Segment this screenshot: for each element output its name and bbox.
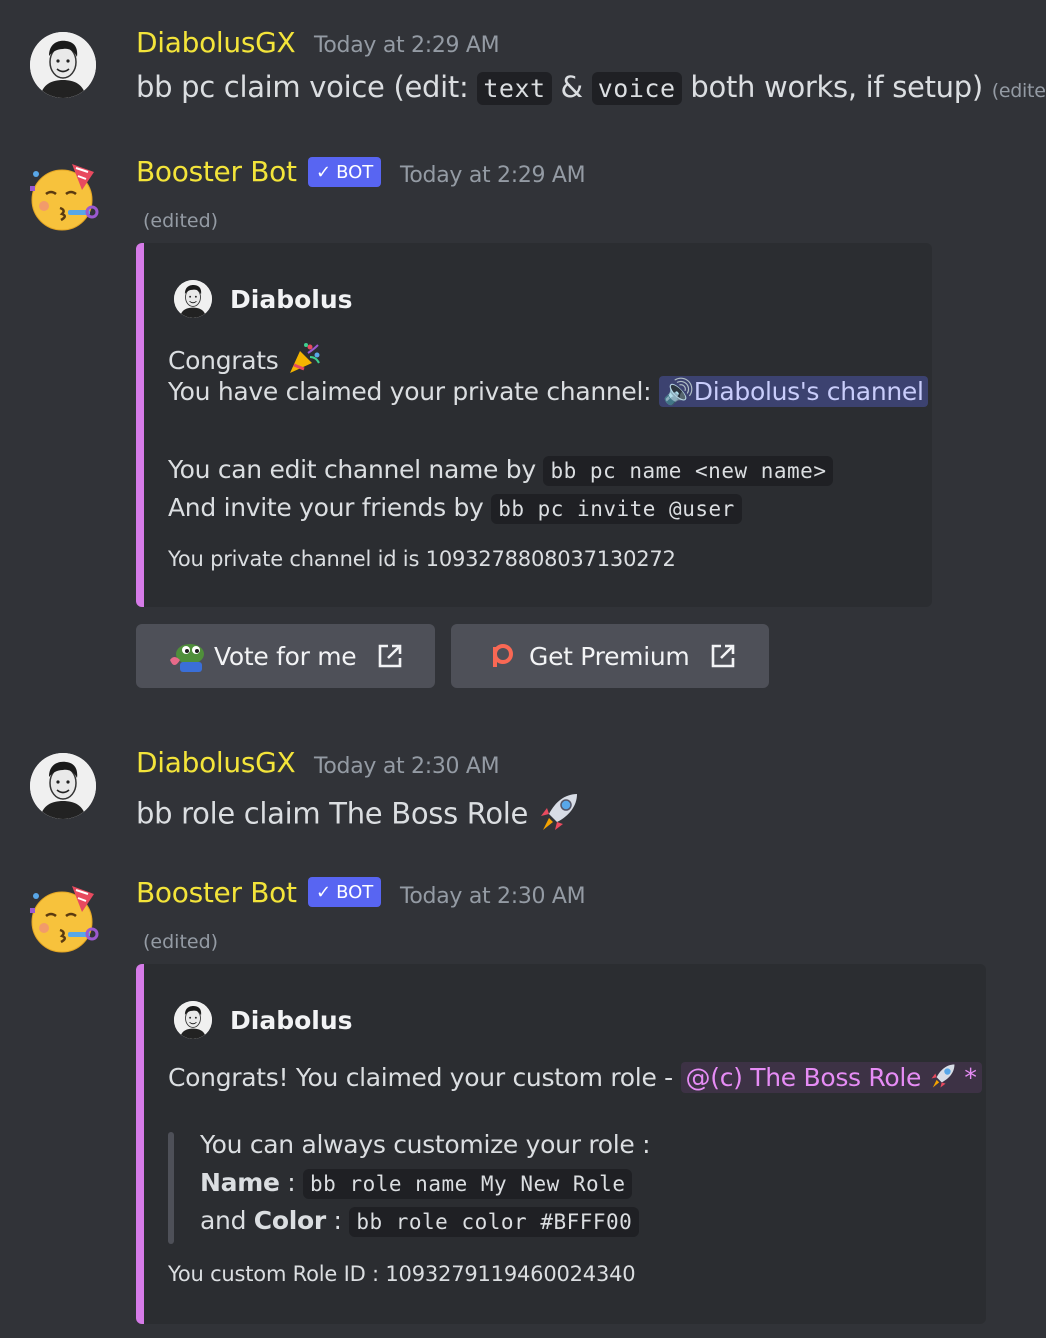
edited-label: (edited) bbox=[143, 210, 219, 232]
embed-channel-line: You have claimed your private channel: 🔊… bbox=[168, 376, 928, 407]
channel-mention[interactable]: 🔊Diabolus's channel bbox=[658, 376, 928, 407]
edited-label: (edited) bbox=[143, 931, 219, 953]
external-link-icon bbox=[376, 642, 404, 670]
quote-intro: You can always customize your role : bbox=[200, 1130, 651, 1159]
timestamp[interactable]: Today at 2:30 AM bbox=[314, 754, 500, 779]
timestamp[interactable]: Today at 2:29 AM bbox=[400, 163, 586, 188]
external-link-icon bbox=[709, 642, 737, 670]
embed-author-avatar bbox=[174, 1001, 212, 1039]
vote-button-label: Vote for me bbox=[214, 641, 357, 671]
quote-color-line: and Color : bb role color #BFFF00 bbox=[200, 1206, 640, 1237]
message-content: bb pc claim voice (edit: text & voice bo… bbox=[136, 70, 1046, 105]
speaker-icon: 🔊 bbox=[662, 377, 694, 406]
message-content: bb role claim The Boss Role bbox=[136, 790, 581, 841]
pepe-icon bbox=[166, 640, 208, 672]
timestamp[interactable]: Today at 2:30 AM bbox=[400, 884, 586, 909]
bot-avatar[interactable] bbox=[28, 160, 100, 232]
username[interactable]: Booster Bot bbox=[136, 155, 297, 188]
timestamp[interactable]: Today at 2:29 AM bbox=[314, 33, 500, 58]
inline-code: bb role name My New Role bbox=[303, 1169, 633, 1199]
inline-code: bb pc name <new name> bbox=[543, 456, 834, 486]
embed-role-id: You custom Role ID : 1093279119460024340 bbox=[168, 1262, 636, 1286]
username[interactable]: DiabolusGX bbox=[136, 746, 296, 779]
inline-code-text: text bbox=[477, 72, 552, 105]
embed-author-avatar bbox=[174, 280, 212, 318]
embed-author-name: Diabolus bbox=[230, 1005, 353, 1035]
embed-edit-line: You can edit channel name by bb pc name … bbox=[168, 455, 834, 486]
patreon-icon bbox=[489, 643, 515, 669]
embed: Diabolus Congrats! You claimed your cust… bbox=[136, 964, 986, 1324]
embed-invite-line: And invite your friends by bb pc invite … bbox=[168, 493, 742, 524]
embed: Diabolus Congrats You have claimed your … bbox=[136, 243, 932, 607]
bot-avatar[interactable] bbox=[28, 882, 100, 954]
rocket-icon bbox=[537, 790, 581, 841]
quote-name-line: Name : bb role name My New Role bbox=[200, 1168, 633, 1199]
inline-code-voice: voice bbox=[591, 72, 682, 105]
user-avatar[interactable] bbox=[30, 753, 96, 819]
vote-button[interactable]: Vote for me bbox=[136, 624, 435, 688]
edited-label: (edited) bbox=[991, 80, 1046, 102]
bot-badge: ✓ BOT bbox=[308, 877, 382, 907]
premium-button-label: Get Premium bbox=[529, 641, 690, 671]
embed-channel-id: You private channel id is 10932788080371… bbox=[168, 547, 676, 571]
inline-code: bb role color #BFFF00 bbox=[349, 1207, 640, 1237]
checkmark-icon: ✓ bbox=[316, 881, 332, 903]
embed-author[interactable]: Diabolus bbox=[174, 280, 353, 318]
user-avatar[interactable] bbox=[30, 32, 96, 98]
bot-badge: ✓ BOT bbox=[308, 157, 382, 187]
username[interactable]: DiabolusGX bbox=[136, 26, 296, 59]
username[interactable]: Booster Bot bbox=[136, 876, 297, 909]
inline-code: bb pc invite @user bbox=[491, 494, 742, 524]
rocket-icon bbox=[929, 1062, 957, 1096]
role-mention[interactable]: @(c) The Boss Role * bbox=[680, 1062, 982, 1096]
get-premium-button[interactable]: Get Premium bbox=[451, 624, 769, 688]
blockquote: You can always customize your role : Nam… bbox=[168, 1130, 651, 1244]
embed-author-name: Diabolus bbox=[230, 284, 353, 314]
embed-congrats-line: Congrats! You claimed your custom role -… bbox=[168, 1062, 982, 1096]
embed-author[interactable]: Diabolus bbox=[174, 1001, 353, 1039]
checkmark-icon: ✓ bbox=[316, 161, 332, 183]
